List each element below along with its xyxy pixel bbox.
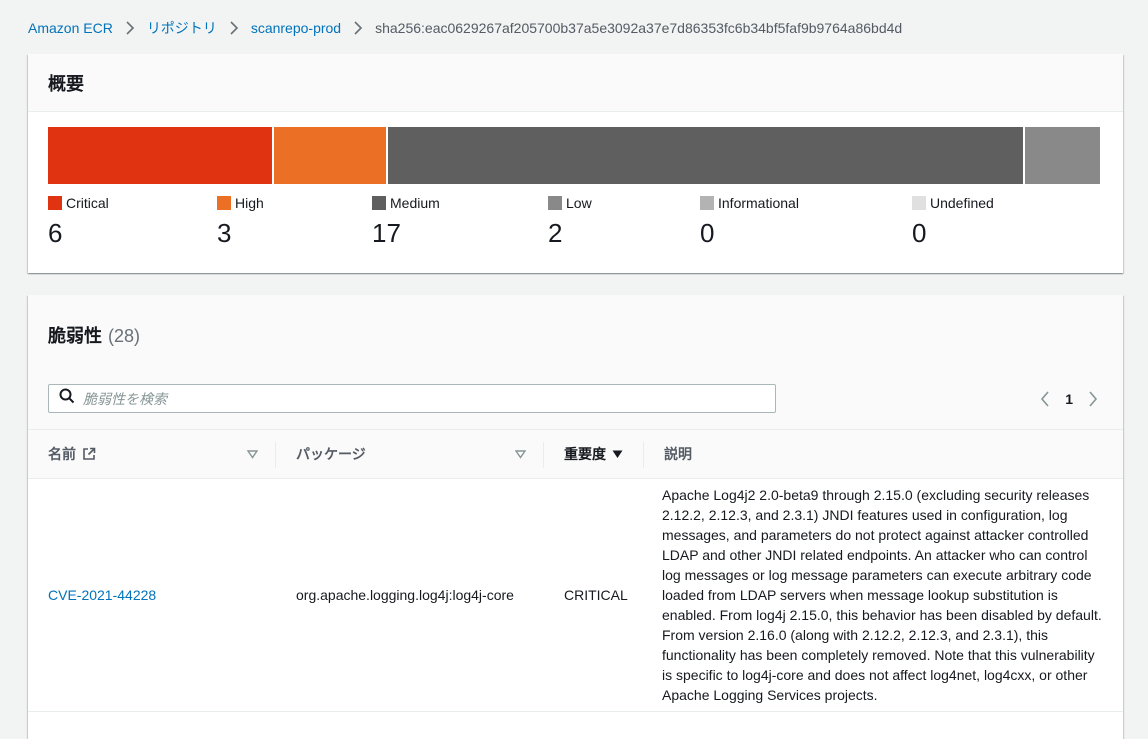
cell-description: Apache Log4j2 2.0-beta9 through 2.15.0 (… (662, 487, 1102, 703)
table-header: 名前 パッケージ 重要度 説明 (28, 429, 1123, 479)
legend-count-undefined: 0 (912, 218, 927, 248)
vulnerabilities-table: 名前 パッケージ 重要度 説明 CVE-2021-44228 org.apach… (28, 429, 1123, 712)
column-header-name[interactable]: 名前 (28, 430, 276, 478)
swatch-undefined (912, 196, 926, 210)
cell-package: org.apache.logging.log4j:log4j-core (296, 587, 514, 603)
table-toolbar: 1 (28, 375, 1123, 429)
cell-severity: CRITICAL (564, 587, 628, 603)
severity-bar-low (1025, 127, 1103, 184)
table-row: CVE-2021-44228 org.apache.logging.log4j:… (28, 479, 1123, 712)
legend-count-critical: 6 (48, 218, 63, 248)
breadcrumb-repo-name[interactable]: scanrepo-prod (251, 20, 341, 36)
breadcrumb-amazon-ecr[interactable]: Amazon ECR (28, 20, 113, 36)
search-input[interactable] (83, 390, 683, 407)
severity-bar-critical (48, 127, 275, 184)
chevron-right-icon (125, 21, 135, 35)
legend-low: Low 2 (548, 194, 592, 249)
breadcrumb-repositories[interactable]: リポジトリ (147, 18, 217, 38)
sort-caret-icon[interactable] (514, 446, 527, 462)
legend-informational: Informational 0 (700, 194, 799, 249)
column-label-severity: 重要度 (564, 446, 606, 462)
severity-bar-medium (388, 127, 1026, 184)
legend-label-informational: Informational (718, 195, 799, 211)
severity-bar-high (274, 127, 389, 184)
vulnerabilities-title: 脆弱性 (28) (48, 322, 140, 348)
column-header-package[interactable]: パッケージ (276, 430, 544, 478)
legend-label-undefined: Undefined (930, 195, 994, 211)
external-link-icon (82, 447, 96, 461)
pagination: 1 (1035, 387, 1103, 411)
legend-count-medium: 17 (372, 218, 401, 248)
summary-header: 概要 (28, 54, 1123, 112)
legend-label-low: Low (566, 195, 592, 211)
column-label-package: パッケージ (296, 446, 366, 462)
sort-down-icon[interactable] (612, 450, 623, 459)
swatch-critical (48, 196, 62, 210)
chevron-left-icon[interactable] (1035, 387, 1055, 411)
swatch-low (548, 196, 562, 210)
page-number[interactable]: 1 (1065, 391, 1073, 407)
sort-caret-icon[interactable] (246, 446, 259, 462)
swatch-informational (700, 196, 714, 210)
summary-title: 概要 (48, 73, 84, 94)
vulnerabilities-title-text: 脆弱性 (48, 326, 102, 346)
legend-undefined: Undefined 0 (912, 194, 994, 249)
search-box[interactable] (48, 384, 776, 413)
legend-label-high: High (235, 195, 264, 211)
legend-count-informational: 0 (700, 218, 715, 248)
legend-label-critical: Critical (66, 195, 109, 211)
column-header-severity[interactable]: 重要度 (544, 430, 644, 478)
breadcrumb-current-digest: sha256:eac0629267af205700b37a5e3092a37e7… (375, 20, 903, 36)
swatch-medium (372, 196, 386, 210)
column-header-description: 説明 (644, 430, 1113, 478)
cve-link[interactable]: CVE-2021-44228 (48, 587, 156, 603)
vulnerabilities-header: 脆弱性 (28) (28, 295, 1123, 375)
severity-bar (48, 127, 1103, 184)
legend-label-medium: Medium (390, 195, 440, 211)
vulnerabilities-count: (28) (108, 326, 141, 346)
legend-medium: Medium 17 (372, 194, 440, 249)
legend-critical: Critical 6 (48, 194, 109, 249)
legend-count-low: 2 (548, 218, 563, 248)
search-icon (59, 388, 75, 409)
chevron-right-icon[interactable] (1083, 387, 1103, 411)
vulnerabilities-panel: 脆弱性 (28) 1 名前 (28, 295, 1123, 739)
swatch-high (217, 196, 231, 210)
column-label-description: 説明 (664, 446, 692, 462)
cell-name: CVE-2021-44228 (28, 479, 276, 711)
chevron-right-icon (353, 21, 363, 35)
severity-legend: Critical 6 High 3 Medium 17 Low 2 Inform… (48, 194, 1102, 254)
chevron-right-icon (229, 21, 239, 35)
legend-count-high: 3 (217, 218, 232, 248)
legend-high: High 3 (217, 194, 264, 249)
breadcrumb: Amazon ECR リポジトリ scanrepo-prod sha256:ea… (28, 18, 902, 38)
column-label-name: 名前 (48, 446, 76, 462)
summary-panel: 概要 Critical 6 High 3 Medium 17 Low 2 Inf… (28, 54, 1123, 273)
